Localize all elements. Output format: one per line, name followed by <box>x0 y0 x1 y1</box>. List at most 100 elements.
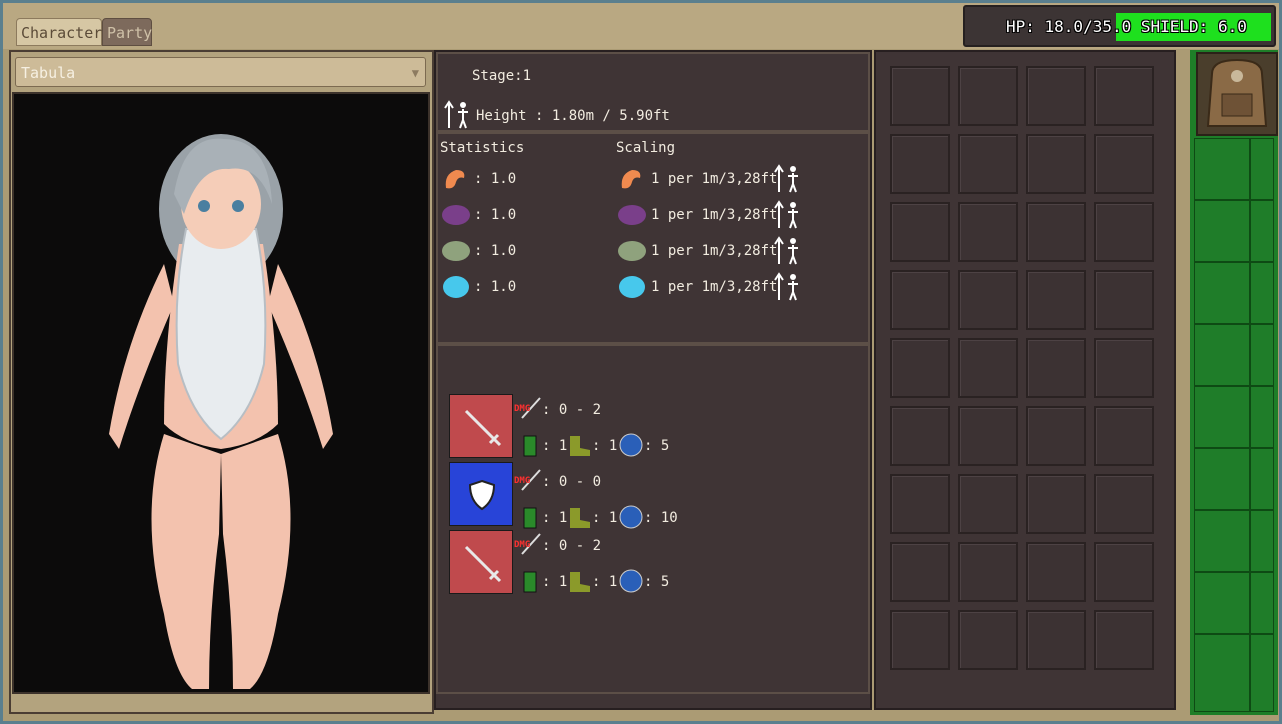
time-value: : 10 <box>644 510 678 526</box>
scaling-value: 1 per 1m/3,28ft <box>651 279 778 295</box>
grass-tile <box>1250 386 1274 448</box>
scaling-value: 1 per 1m/3,28ft <box>651 171 778 187</box>
inventory-slot[interactable] <box>958 338 1018 398</box>
inventory-slot[interactable] <box>1026 66 1086 126</box>
inventory-slot[interactable] <box>1094 610 1154 670</box>
grass-tile <box>1194 448 1250 510</box>
inventory-slot[interactable] <box>958 134 1018 194</box>
inventory-slot[interactable] <box>890 270 950 330</box>
inventory-slot[interactable] <box>890 610 950 670</box>
inventory-slot[interactable] <box>1094 202 1154 262</box>
grass-tile <box>1250 200 1274 262</box>
inventory-slot[interactable] <box>890 66 950 126</box>
inventory-slot[interactable] <box>958 610 1018 670</box>
cyan-gem-icon <box>616 272 648 302</box>
speed-boot-icon <box>566 504 594 530</box>
green-orb-icon <box>440 236 472 266</box>
purple-orb-icon <box>440 200 472 230</box>
inventory-slot[interactable] <box>1094 542 1154 602</box>
inventory-slot[interactable] <box>890 474 950 534</box>
cyan-gem-icon <box>440 272 472 302</box>
clock-icon <box>618 504 644 530</box>
speed-value: : 1 <box>592 510 618 526</box>
inventory-slot[interactable] <box>1026 202 1086 262</box>
statistics-title: Statistics <box>440 140 525 156</box>
grass-tile <box>1194 386 1250 448</box>
time-value: : 5 <box>644 574 670 590</box>
inventory-slot[interactable] <box>1026 406 1086 466</box>
green-orb-icon <box>616 236 648 266</box>
inventory-slot[interactable] <box>1026 542 1086 602</box>
hp-shield-text: HP: 18.0/35.0 SHIELD: 6.0 <box>1006 13 1247 41</box>
character-name: Tabula <box>21 64 76 82</box>
grass-tile <box>1250 634 1274 712</box>
inventory-slot[interactable] <box>1094 270 1154 330</box>
grass-tile <box>1194 138 1250 200</box>
inventory-slot[interactable] <box>958 542 1018 602</box>
grass-tile <box>1194 510 1250 572</box>
energy-value: : 1 <box>542 574 568 590</box>
grass-tile <box>1250 510 1274 572</box>
damage-icon: DMG <box>514 532 542 556</box>
inventory-slot[interactable] <box>1094 66 1154 126</box>
character-portrait <box>12 92 430 694</box>
inventory-slot[interactable] <box>958 474 1018 534</box>
equipment-slot-shield[interactable] <box>449 462 513 526</box>
inventory-slot[interactable] <box>958 270 1018 330</box>
grass-tile <box>1194 200 1250 262</box>
height-label: Height : 1.80m / 5.90ft <box>476 108 670 124</box>
energy-value: : 1 <box>542 510 568 526</box>
speed-boot-icon <box>566 432 594 458</box>
backpack-button[interactable] <box>1196 52 1278 136</box>
damage-value: : 0 - 0 <box>542 474 602 490</box>
stat-value: : 1.0 <box>474 171 517 187</box>
inventory-slot[interactable] <box>890 202 950 262</box>
inventory-slot[interactable] <box>1026 338 1086 398</box>
inventory-slot[interactable] <box>1094 406 1154 466</box>
height-icon <box>444 100 472 130</box>
grass-tile <box>1194 324 1250 386</box>
grass-tile <box>1194 572 1250 634</box>
grass-tile <box>1194 634 1250 712</box>
inventory-slot[interactable] <box>890 338 950 398</box>
inventory-slot[interactable] <box>958 66 1018 126</box>
grass-tile <box>1250 572 1274 634</box>
muscle-icon <box>440 164 470 194</box>
energy-icon <box>520 568 540 594</box>
character-select[interactable]: Tabula ▼ <box>15 57 426 87</box>
inventory-slot[interactable] <box>958 202 1018 262</box>
muscle-icon <box>616 164 646 194</box>
equipment-slot-sword[interactable] <box>449 394 513 458</box>
scaling-value: 1 per 1m/3,28ft <box>651 243 778 259</box>
stat-value: : 1.0 <box>474 243 517 259</box>
backpack-icon <box>1206 58 1268 127</box>
inventory-slot[interactable] <box>1026 474 1086 534</box>
inventory-slot[interactable] <box>890 134 950 194</box>
height-icon <box>774 164 802 194</box>
damage-label: DMG <box>514 540 531 550</box>
inventory-slot[interactable] <box>1026 270 1086 330</box>
equipment-slot-sword[interactable] <box>449 530 513 594</box>
purple-orb-icon <box>616 200 648 230</box>
inventory-slot[interactable] <box>1094 338 1154 398</box>
inventory-slot[interactable] <box>1026 134 1086 194</box>
inventory-slot[interactable] <box>958 406 1018 466</box>
inventory-slot[interactable] <box>890 542 950 602</box>
tab-character[interactable]: Character <box>16 18 102 46</box>
inventory-slot[interactable] <box>890 406 950 466</box>
tab-party[interactable]: Party <box>102 18 152 46</box>
damage-icon: DMG <box>514 396 542 420</box>
inventory-slot[interactable] <box>1094 474 1154 534</box>
shield-icon <box>468 479 496 511</box>
damage-label: DMG <box>514 476 531 486</box>
stat-value: : 1.0 <box>474 279 517 295</box>
map-strip <box>1190 50 1278 715</box>
speed-value: : 1 <box>592 574 618 590</box>
inventory-slot[interactable] <box>1094 134 1154 194</box>
stat-value: : 1.0 <box>474 207 517 223</box>
inventory-slot[interactable] <box>1026 610 1086 670</box>
grass-tile <box>1250 324 1274 386</box>
sword-icon <box>464 545 502 583</box>
hp-label: HP: 18.0/35.0 <box>1006 17 1132 36</box>
height-icon <box>774 200 802 230</box>
